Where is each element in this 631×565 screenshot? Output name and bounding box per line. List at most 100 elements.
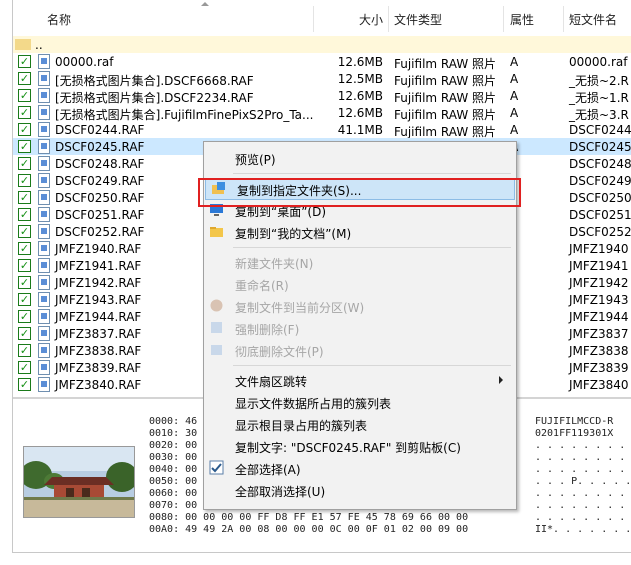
- file-icon: [38, 173, 50, 188]
- checkbox-icon[interactable]: ✓: [18, 140, 31, 153]
- checkbox-icon[interactable]: ✓: [18, 225, 31, 238]
- ascii-line: . . . P. . . . . . . . .: [535, 476, 631, 487]
- checkbox-icon[interactable]: ✓: [18, 378, 31, 391]
- menu-item[interactable]: 全部选择(A): [204, 458, 516, 478]
- menu-item: 强制删除(F): [204, 318, 516, 338]
- column-separator[interactable]: [388, 6, 389, 32]
- column-separator[interactable]: [313, 6, 314, 32]
- column-separator[interactable]: [503, 6, 504, 32]
- menu-separator: [233, 173, 511, 174]
- menu-item-label: 新建文件夹(N): [235, 257, 314, 271]
- checkbox-icon[interactable]: ✓: [18, 276, 31, 289]
- checkbox-icon[interactable]: ✓: [18, 191, 31, 204]
- file-icon: [38, 207, 50, 222]
- file-short-name: JMFZ3838: [569, 344, 629, 358]
- file-short-name: JMFZ3837: [569, 327, 629, 341]
- file-attr: A: [510, 55, 519, 69]
- file-name: DSCF0251.RAF: [55, 208, 145, 222]
- file-short-name: JMFZ3840: [569, 378, 629, 392]
- checkbox-icon[interactable]: ✓: [18, 310, 31, 323]
- menu-item: 重命名(R): [204, 274, 516, 294]
- menu-item-label: 彻底删除文件(P): [235, 345, 324, 359]
- menu-item[interactable]: 显示根目录占用的簇列表: [204, 414, 516, 434]
- file-size: 12.6MB: [337, 89, 383, 103]
- ascii-line: . . . . . . . . . . . .: [535, 464, 626, 475]
- checkbox-icon[interactable]: ✓: [18, 208, 31, 221]
- file-size: 12.6MB: [337, 106, 383, 120]
- file-name: JMFZ3838.RAF: [55, 344, 142, 358]
- file-name: DSCF0250.RAF: [55, 191, 145, 205]
- column-attr[interactable]: 属性: [510, 11, 534, 28]
- checkbox-icon[interactable]: ✓: [18, 242, 31, 255]
- table-row[interactable]: ✓ [无损格式图片集合].DSCF6668.RAF 12.5MB Fujifilm R…: [13, 70, 631, 88]
- menu-item-label: 显示文件数据所占用的簇列表: [235, 397, 392, 411]
- file-icon: [38, 292, 50, 307]
- table-row[interactable]: ✓ [无损格式图片集合].DSCF2234.RAF 12.6MB Fujifilm R…: [13, 87, 631, 105]
- file-attr: A: [510, 123, 519, 137]
- column-short-name[interactable]: 短文件名: [569, 11, 617, 28]
- file-icon: [38, 122, 50, 137]
- file-name: JMFZ1944.RAF: [55, 310, 142, 324]
- checkbox-icon[interactable]: ✓: [18, 327, 31, 340]
- checkbox-icon[interactable]: ✓: [18, 106, 31, 119]
- menu-item[interactable]: 预览(P): [204, 148, 516, 168]
- ascii-line: . . . . . . . . . . . 0: [535, 440, 626, 451]
- file-short-name: JMFZ1944: [569, 310, 629, 324]
- file-short-name: JMFZ1942: [569, 276, 629, 290]
- file-icon: [38, 88, 50, 103]
- menu-item: 复制文件到当前分区(W): [204, 296, 516, 316]
- file-short-name: JMFZ1941: [569, 259, 629, 273]
- checkbox-icon[interactable]: ✓: [18, 157, 31, 170]
- menu-item[interactable]: 全部取消选择(U): [204, 480, 516, 500]
- menu-item[interactable]: 复制文字: "DSCF0245.RAF" 到剪贴板(C): [204, 436, 516, 456]
- table-row[interactable]: ✓ DSCF0244.RAF 41.1MB Fujifilm RAW 照片 A DSCF0…: [13, 121, 631, 139]
- menu-item[interactable]: 复制到“我的文档”(M): [204, 222, 516, 242]
- checkbox-icon[interactable]: ✓: [18, 123, 31, 136]
- column-separator[interactable]: [563, 6, 564, 32]
- menu-separator: [233, 365, 511, 366]
- menu-item-label: 复制文件到当前分区(W): [235, 301, 365, 315]
- file-icon: [38, 105, 50, 120]
- menu-item-label: 强制删除(F): [235, 323, 300, 337]
- file-name: DSCF0249.RAF: [55, 174, 145, 188]
- file-icon: [38, 241, 50, 256]
- table-row[interactable]: ✓ 00000.raf 12.6MB Fujifilm RAW 照片 A 00000.ra…: [13, 53, 631, 71]
- checkbox-icon[interactable]: ✓: [18, 174, 31, 187]
- checkbox-icon[interactable]: ✓: [18, 293, 31, 306]
- checkbox-icon[interactable]: ✓: [18, 89, 31, 102]
- ascii-line: . . . . . . . . . W. Exi: [535, 512, 626, 523]
- column-size[interactable]: 大小: [353, 11, 383, 28]
- column-name[interactable]: 名称: [47, 11, 71, 28]
- file-size: 41.1MB: [337, 123, 383, 137]
- copy-partition-icon: [209, 298, 224, 313]
- menu-item-label: 重命名(R): [235, 279, 289, 293]
- checkbox-icon[interactable]: ✓: [18, 72, 31, 85]
- ascii-line: . . . . . . . . . . . .: [535, 452, 626, 463]
- parent-folder-row[interactable]: ..: [13, 36, 631, 53]
- file-icon: [38, 309, 50, 324]
- ascii-line: . . . . . . . . . . . .: [535, 500, 626, 511]
- file-name: JMFZ3839.RAF: [55, 361, 142, 375]
- menu-separator: [233, 247, 511, 248]
- sort-up-icon: [201, 2, 209, 6]
- checkbox-icon[interactable]: ✓: [18, 55, 31, 68]
- menu-item: 新建文件夹(N): [204, 252, 516, 272]
- menu-item[interactable]: 文件扇区跳转: [204, 370, 516, 390]
- column-type[interactable]: 文件类型: [394, 11, 442, 28]
- checkbox-icon[interactable]: ✓: [18, 344, 31, 357]
- checkbox-icon[interactable]: ✓: [18, 361, 31, 374]
- file-short-name: JMFZ3839: [569, 361, 629, 375]
- hex-line: 00A0: 49 49 2A 00 08 00 00 00 0C 00 0F 0…: [149, 524, 469, 535]
- file-short-name: DSCF0251: [569, 208, 631, 222]
- file-name: DSCF0252.RAF: [55, 225, 145, 239]
- menu-item[interactable]: 显示文件数据所占用的簇列表: [204, 392, 516, 412]
- file-attr: A: [510, 89, 519, 103]
- file-name: JMFZ3837.RAF: [55, 327, 142, 341]
- table-row[interactable]: ✓ [无损格式图片集合].FujifilmFinePixS2Pro_Ta... 12…: [13, 104, 631, 122]
- ascii-view[interactable]: FUJIFILMCCD-R 0201FF119301X. . . . . . . …: [535, 416, 631, 536]
- file-short-name: DSCF0249: [569, 174, 631, 188]
- checkbox-icon[interactable]: ✓: [18, 259, 31, 272]
- file-icon: [38, 156, 50, 171]
- file-icon: [38, 377, 50, 392]
- submenu-arrow-icon: [499, 376, 503, 384]
